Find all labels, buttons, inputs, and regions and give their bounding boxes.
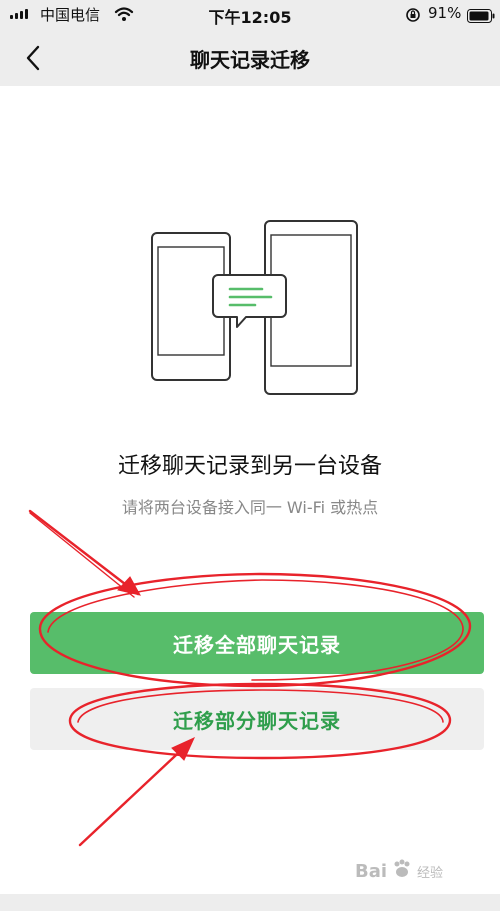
navigation-bar: 聊天记录迁移 bbox=[0, 30, 500, 85]
migration-heading: 迁移聊天记录到另一台设备 bbox=[117, 454, 382, 479]
migrate-partial-chats-button[interactable]: 迁移部分聊天记录 bbox=[30, 688, 484, 750]
migrate-all-chats-button[interactable]: 迁移全部聊天记录 bbox=[30, 612, 484, 674]
battery-icon bbox=[467, 8, 495, 27]
clock: 下午12:05 bbox=[208, 8, 292, 27]
watermark-suffix: 经验 bbox=[417, 866, 444, 881]
status-bar: 中国电信 下午12:05 91% bbox=[0, 0, 500, 30]
two-phones-chat-transfer-icon bbox=[148, 216, 362, 402]
battery-percentage: 91% bbox=[428, 4, 462, 22]
watermark-text: Bai bbox=[355, 861, 388, 882]
wifi-instruction-text: 请将两台设备接入同一 Wi-Fi 或热点 bbox=[121, 498, 379, 517]
main-content: 迁移聊天记录到另一台设备 请将两台设备接入同一 Wi-Fi 或热点 迁移全部聊天… bbox=[0, 86, 500, 894]
rotation-lock-icon bbox=[405, 7, 421, 27]
baidu-jingyan-watermark: Bai 经验 bbox=[355, 858, 443, 885]
chat-migration-screen: 中国电信 下午12:05 91% 聊天记录迁移 迁移聊天记录到另一台设备 请将两… bbox=[0, 0, 500, 911]
paw-icon bbox=[391, 858, 413, 885]
page-title: 聊天记录迁移 bbox=[190, 48, 310, 72]
